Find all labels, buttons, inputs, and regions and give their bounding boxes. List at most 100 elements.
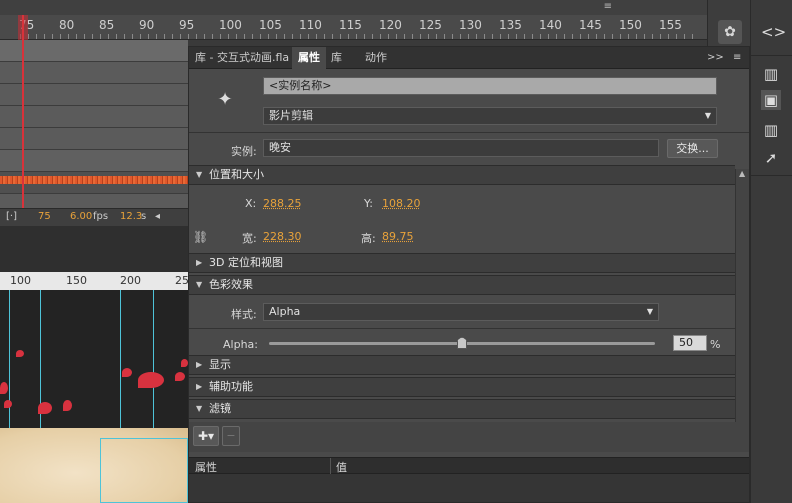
- filter-table-body: [189, 474, 749, 502]
- compass-icon[interactable]: ➚: [761, 148, 781, 168]
- tab-library[interactable]: 库: [325, 47, 348, 69]
- tab-actions[interactable]: 动作: [359, 47, 393, 69]
- properties-icon[interactable]: ▣: [761, 90, 781, 110]
- frame-tick: [316, 34, 317, 39]
- panel-scrollbar[interactable]: ▲: [735, 169, 749, 424]
- library-alt-icon[interactable]: ▥: [761, 120, 781, 140]
- stage-ruler-label: 150: [66, 274, 87, 287]
- panel-menu-icon[interactable]: ≡: [727, 47, 747, 69]
- x-value[interactable]: 288.25: [263, 197, 302, 210]
- section-label: 显示: [209, 358, 231, 371]
- center-frame-icon[interactable]: [·]: [6, 211, 17, 222]
- swap-button[interactable]: 交换...: [667, 139, 718, 158]
- panel-tabs: 库 - 交互式动画.fla 属性 库 动作 >> ≡: [189, 47, 749, 69]
- frame-tick: [204, 34, 205, 39]
- timeline-frames[interactable]: [0, 40, 188, 216]
- petal-graphic: [4, 400, 12, 408]
- selection-box[interactable]: [100, 438, 188, 503]
- collapsed-arrow-icon: ▶: [196, 360, 203, 369]
- current-frame[interactable]: 75: [38, 211, 51, 222]
- frame-tick: [444, 34, 445, 39]
- expand-panel-icon[interactable]: >>: [701, 47, 730, 69]
- frame-tick: [76, 34, 77, 39]
- frame-tick: [252, 34, 253, 39]
- frame-number-label: 145: [579, 18, 602, 32]
- symbol-type-select[interactable]: 影片剪辑 ▼: [263, 107, 717, 125]
- section-color-effect[interactable]: ▼ 色彩效果: [189, 275, 735, 295]
- color-style-select[interactable]: Alpha ▼: [263, 303, 659, 321]
- col-property[interactable]: 属性: [195, 459, 217, 475]
- instance-name-input[interactable]: <实例名称>: [263, 77, 717, 95]
- frame-tick: [92, 34, 93, 39]
- width-label: 宽:: [242, 232, 257, 245]
- y-value[interactable]: 108.20: [382, 197, 421, 210]
- timeline-layer-row[interactable]: [0, 40, 188, 62]
- timeline-layer-row[interactable]: [0, 62, 188, 84]
- frame-tick: [476, 34, 477, 39]
- frame-tick: [572, 34, 573, 39]
- tab-library-file[interactable]: 库 - 交互式动画.fla: [189, 47, 295, 69]
- section-display[interactable]: ▶ 显示: [189, 355, 735, 375]
- frame-tick: [468, 34, 469, 39]
- add-filter-icon[interactable]: ✚▾: [193, 426, 219, 446]
- col-value[interactable]: 值: [336, 459, 347, 475]
- column-divider[interactable]: [330, 458, 331, 474]
- frame-tick: [164, 34, 165, 39]
- timeline-layer-row[interactable]: [0, 84, 188, 106]
- palette-icon[interactable]: ✿: [718, 20, 742, 44]
- code-icon[interactable]: <>: [761, 22, 786, 42]
- section-3d-position[interactable]: ▶ 3D 定位和视图: [189, 253, 735, 273]
- instance-source-field: 晚安: [263, 139, 659, 157]
- frame-tick: [404, 34, 405, 39]
- library-icon[interactable]: ▥: [761, 64, 781, 84]
- frame-tick: [68, 34, 69, 39]
- frame-tick: [260, 34, 261, 39]
- remove-filter-icon[interactable]: −: [222, 426, 240, 446]
- frame-number-label: 140: [539, 18, 562, 32]
- playhead-line: [22, 15, 24, 208]
- stage-ruler-label: 100: [10, 274, 31, 287]
- petal-graphic: [38, 402, 52, 414]
- expanded-arrow-icon: ▼: [196, 404, 203, 413]
- section-filters[interactable]: ▼ 滤镜: [189, 399, 735, 419]
- frame-tick: [140, 34, 141, 39]
- timeline-layer-row[interactable]: [0, 128, 188, 150]
- frame-number-label: 110: [299, 18, 322, 32]
- timeline-menu-icon[interactable]: ≡: [604, 1, 612, 12]
- stage-ruler-label: 200: [120, 274, 141, 287]
- symbol-type-value: 影片剪辑: [269, 109, 313, 122]
- section-accessibility[interactable]: ▶ 辅助功能: [189, 377, 735, 397]
- frame-tick: [28, 34, 29, 39]
- petal-graphic: [122, 368, 132, 377]
- height-value[interactable]: 89.75: [382, 230, 414, 243]
- audio-waveform: [0, 176, 188, 184]
- frame-number-label: 120: [379, 18, 402, 32]
- frame-number-label: 155: [659, 18, 682, 32]
- scroll-left-icon[interactable]: ◂: [155, 211, 160, 222]
- timeline-layer-row[interactable]: [0, 106, 188, 128]
- frame-tick: [588, 34, 589, 39]
- frame-tick: [596, 34, 597, 39]
- frame-tick: [388, 34, 389, 39]
- timeline-layer-row[interactable]: [0, 150, 188, 172]
- frame-tick: [180, 34, 181, 39]
- frame-tick: [340, 34, 341, 39]
- frame-tick: [564, 34, 565, 39]
- link-icon[interactable]: ⛓: [193, 230, 208, 244]
- frame-tick: [580, 34, 581, 39]
- tab-properties[interactable]: 属性: [292, 47, 326, 69]
- frame-tick: [372, 34, 373, 39]
- frame-tick: [116, 34, 117, 39]
- alpha-slider-handle[interactable]: [457, 337, 467, 349]
- stage-canvas[interactable]: [0, 290, 188, 503]
- section-position-size[interactable]: ▼ 位置和大小: [189, 165, 735, 185]
- frame-tick: [212, 34, 213, 39]
- scroll-up-icon[interactable]: ▲: [739, 169, 745, 178]
- filter-table-header: 属性 值: [189, 457, 749, 474]
- width-value[interactable]: 228.30: [263, 230, 302, 243]
- elapsed-time[interactable]: 12.3: [120, 211, 142, 222]
- frame-rate[interactable]: 6.00: [70, 211, 92, 222]
- frame-tick: [332, 34, 333, 39]
- alpha-value-input[interactable]: 50: [673, 335, 707, 351]
- timeline-frame-ruler[interactable]: 7580859095100105110115120125130135140145…: [0, 15, 707, 40]
